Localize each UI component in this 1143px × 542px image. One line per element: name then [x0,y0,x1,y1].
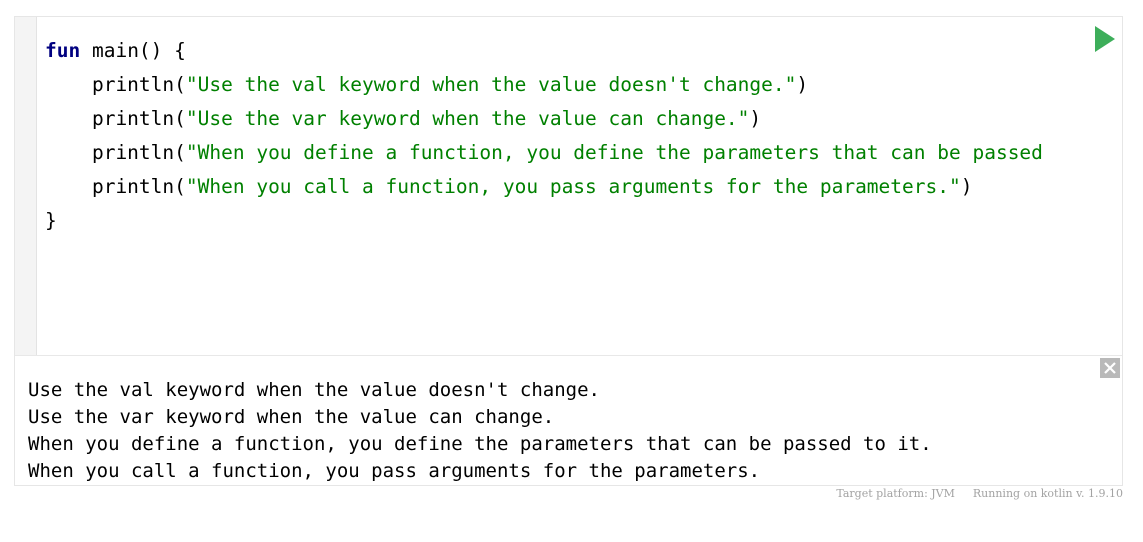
output-line: Use the var keyword when the value can c… [28,406,555,428]
footer-info: Target platform: JVM Running on kotlin v.… [836,487,1123,500]
code-line: println("Use the var keyword when the va… [45,102,1122,136]
code-token: ) [960,175,973,198]
code-string: "Use the var keyword when the value can … [185,107,750,130]
output-line: When you define a function, you define t… [28,433,932,455]
code-string: "When you define a function, you define … [185,141,1043,164]
editor-gutter [15,17,37,355]
run-button[interactable] [1094,25,1116,53]
code-string: "When you call a function, you pass argu… [185,175,961,198]
output-text: Use the val keyword when the value doesn… [28,377,932,485]
output-panel: Use the val keyword when the value doesn… [15,356,1122,487]
code-token: main() { [80,39,186,62]
target-platform-label: Target platform: JVM [836,487,955,500]
code-string: "Use the val keyword when the value does… [185,73,797,96]
code-editor[interactable]: fun main() { println("Use the val keywor… [15,17,1122,356]
code-area[interactable]: fun main() { println("Use the val keywor… [45,34,1122,238]
code-token: } [45,209,57,232]
code-line: println("When you define a function, you… [45,136,1122,170]
code-token: println( [45,175,186,198]
code-line: } [45,204,1122,238]
code-line: println("Use the val keyword when the va… [45,68,1122,102]
code-token: println( [45,107,186,130]
kotlin-version-label: Running on kotlin v. 1.9.10 [972,487,1123,500]
code-line: println("When you call a function, you p… [45,170,1122,204]
code-keyword: fun [45,39,81,62]
code-token: ) [749,107,762,130]
close-icon [1104,362,1116,374]
play-icon [1095,26,1115,52]
code-token: ) [796,73,809,96]
code-line: fun main() { [45,34,1122,68]
code-token: println( [45,141,186,164]
kotlin-playground: fun main() { println("Use the val keywor… [14,16,1123,486]
code-token: println( [45,73,186,96]
output-line: When you call a function, you pass argum… [28,460,761,482]
close-output-button[interactable] [1100,358,1120,378]
output-line: Use the val keyword when the value doesn… [28,379,600,401]
